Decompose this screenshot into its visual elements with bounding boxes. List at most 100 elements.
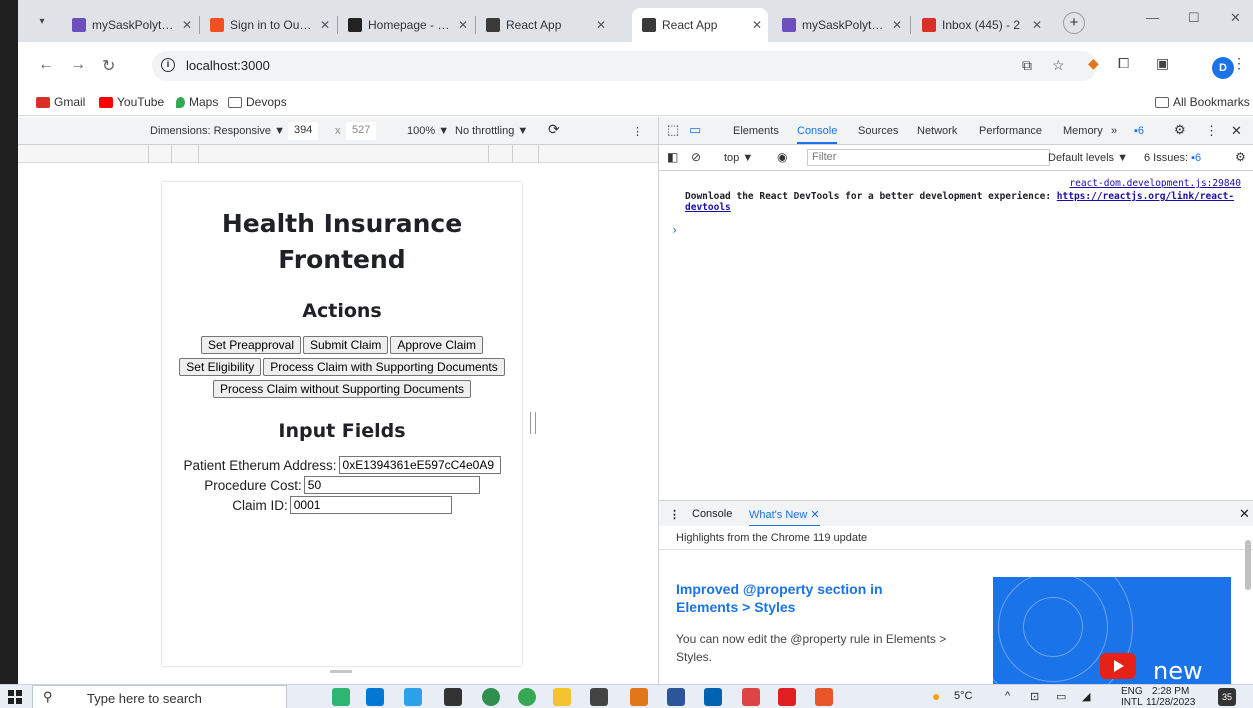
tab-performance[interactable]: Performance [979, 125, 1042, 137]
taskbar-search[interactable]: ⚲ Type here to search [32, 685, 287, 708]
tab-memory[interactable]: Memory [1063, 125, 1103, 137]
approve-claim-button[interactable]: Approve Claim [390, 336, 484, 354]
issues-link[interactable]: 6 Issues: ▪6 [1144, 152, 1201, 164]
close-tab-icon[interactable]: ✕ [892, 18, 902, 32]
set-eligibility-button[interactable]: Set Eligibility [179, 358, 262, 376]
address-bar[interactable]: i localhost:3000 ⧉ ☆ [152, 51, 1097, 81]
youtube-play-icon[interactable] [1100, 653, 1136, 679]
bookmark-maps[interactable]: Maps [176, 95, 218, 109]
sidebar-toggle-icon[interactable]: ◧ [667, 150, 678, 164]
devtools-menu-icon[interactable]: ⋮ [1205, 123, 1218, 139]
browser-tab[interactable]: Homepage - Sask ✕ [338, 8, 474, 42]
clock[interactable]: 2:28 PM 11/28/2023 [1146, 686, 1195, 708]
bookmark-star-icon[interactable]: ☆ [1052, 57, 1065, 74]
network-icon[interactable]: ▭ [1056, 690, 1066, 703]
chrome-profile-icon[interactable] [518, 688, 536, 706]
snipping-tool-icon[interactable] [742, 688, 760, 706]
close-window-icon[interactable]: ✕ [1230, 10, 1241, 26]
tab-console[interactable]: Console [797, 125, 838, 144]
app-icon[interactable] [590, 688, 608, 706]
browser-tab[interactable]: mySaskPolytech ✕ [62, 8, 198, 42]
vscode-icon[interactable] [366, 688, 384, 706]
terminal-icon[interactable] [444, 688, 462, 706]
close-tab-icon[interactable]: ✕ [182, 18, 192, 32]
tray-chevron-icon[interactable]: ^ [1005, 690, 1010, 702]
input-language[interactable]: ENG INTL [1121, 686, 1143, 708]
maximize-icon[interactable]: ☐ [1188, 10, 1200, 26]
browser-tab[interactable]: React App ✕ [476, 8, 612, 42]
browser-tab-active[interactable]: React App ✕ [632, 8, 768, 42]
whats-new-video-thumbnail[interactable]: new [993, 577, 1231, 684]
browser-tab[interactable]: Inbox (445) - 2 ✕ [912, 8, 1048, 42]
close-tab-icon[interactable]: ✕ [320, 18, 330, 32]
drawer-menu-icon[interactable]: ⋮ [669, 508, 680, 521]
close-tab-icon[interactable]: ✕ [458, 18, 468, 32]
minimize-icon[interactable]: — [1146, 10, 1159, 25]
back-icon[interactable]: ← [38, 56, 54, 74]
console-settings-icon[interactable]: ⚙ [1235, 150, 1246, 164]
acrobat-icon[interactable] [778, 688, 796, 706]
process-with-docs-button[interactable]: Process Claim with Supporting Documents [263, 358, 505, 376]
chrome-icon[interactable] [482, 688, 500, 706]
tab-network[interactable]: Network [917, 125, 957, 137]
volume-icon[interactable]: ◢ [1082, 690, 1090, 703]
tab-sources[interactable]: Sources [858, 125, 898, 137]
set-preapproval-button[interactable]: Set Preapproval [200, 336, 301, 354]
levels-dropdown[interactable]: Default levels ▼ [1048, 152, 1128, 164]
metamask-icon[interactable] [630, 688, 648, 706]
close-tab-icon[interactable]: ✕ [596, 18, 606, 32]
height-input[interactable]: 527 [346, 122, 377, 140]
weather-icon[interactable]: ● [932, 688, 940, 704]
edge-icon[interactable] [404, 688, 422, 706]
sourcetree-icon[interactable] [332, 688, 350, 706]
metamask-extension-icon[interactable]: ◆ [1088, 55, 1099, 72]
procedure-cost-input[interactable] [303, 476, 480, 494]
tab-elements[interactable]: Elements [733, 125, 779, 137]
dimensions-dropdown[interactable]: Dimensions: Responsive ▼ [150, 125, 285, 137]
windows-start-icon[interactable] [8, 690, 22, 704]
close-drawer-icon[interactable]: ✕ [1239, 506, 1250, 522]
device-toggle-icon[interactable]: ▭ [689, 122, 701, 138]
close-devtools-icon[interactable]: ✕ [1231, 123, 1242, 139]
console-source-link[interactable]: react-dom.development.js:29840 [1069, 178, 1241, 189]
install-app-icon[interactable]: ⧉ [1022, 57, 1032, 74]
close-tab-icon[interactable]: ✕ [752, 18, 762, 32]
throttling-dropdown[interactable]: No throttling ▼ [455, 125, 528, 137]
viewport-resize-handle[interactable] [530, 412, 536, 434]
browser-tab[interactable]: mySaskPolytech ✕ [772, 8, 908, 42]
patient-address-input[interactable] [338, 456, 501, 474]
reload-icon[interactable]: ↻ [102, 56, 115, 76]
claim-id-input[interactable] [289, 496, 452, 514]
whats-new-headline[interactable]: Improved @property section in Elements >… [676, 580, 936, 616]
zoom-dropdown[interactable]: 100% ▼ [407, 125, 449, 137]
site-info-icon[interactable]: i [161, 58, 175, 72]
device-more-icon[interactable]: ⋮ [632, 125, 643, 138]
close-tab-icon[interactable]: ✕ [1032, 18, 1042, 32]
all-bookmarks[interactable]: All Bookmarks [1155, 95, 1250, 109]
drawer-tab-whats-new[interactable]: What's New ✕ [749, 508, 820, 527]
postman-icon[interactable] [815, 688, 833, 706]
new-tab-button[interactable]: + [1063, 12, 1085, 34]
weather-temp[interactable]: 5°C [954, 690, 972, 702]
photos-icon[interactable] [704, 688, 722, 706]
extensions-icon[interactable]: ⧠ [1118, 55, 1129, 72]
tab-search-dropdown-icon[interactable]: ▾ [32, 12, 52, 32]
word-icon[interactable] [667, 688, 685, 706]
notification-badge[interactable]: 35 [1218, 688, 1236, 706]
eye-icon[interactable]: ◉ [777, 150, 787, 164]
rotate-icon[interactable]: ⟳ [548, 121, 560, 138]
file-explorer-icon[interactable] [553, 688, 571, 706]
clear-console-icon[interactable]: ⊘ [691, 150, 701, 164]
onedrive-icon[interactable]: ⊡ [1030, 690, 1039, 703]
side-panel-icon[interactable]: ▣ [1156, 55, 1169, 72]
drawer-tab-console[interactable]: Console [692, 508, 732, 520]
bookmark-youtube[interactable]: YouTube [99, 95, 164, 109]
process-without-docs-button[interactable]: Process Claim without Supporting Documen… [212, 380, 472, 398]
forward-icon[interactable]: → [70, 56, 86, 74]
profile-avatar[interactable]: D [1212, 57, 1234, 79]
drawer-scrollbar[interactable] [1245, 540, 1251, 590]
browser-tab[interactable]: Sign in to Outlook ✕ [200, 8, 336, 42]
more-tabs-icon[interactable]: » [1111, 125, 1117, 137]
issues-badge[interactable]: ▪6 [1134, 125, 1144, 137]
bookmark-devops[interactable]: Devops [228, 95, 287, 109]
